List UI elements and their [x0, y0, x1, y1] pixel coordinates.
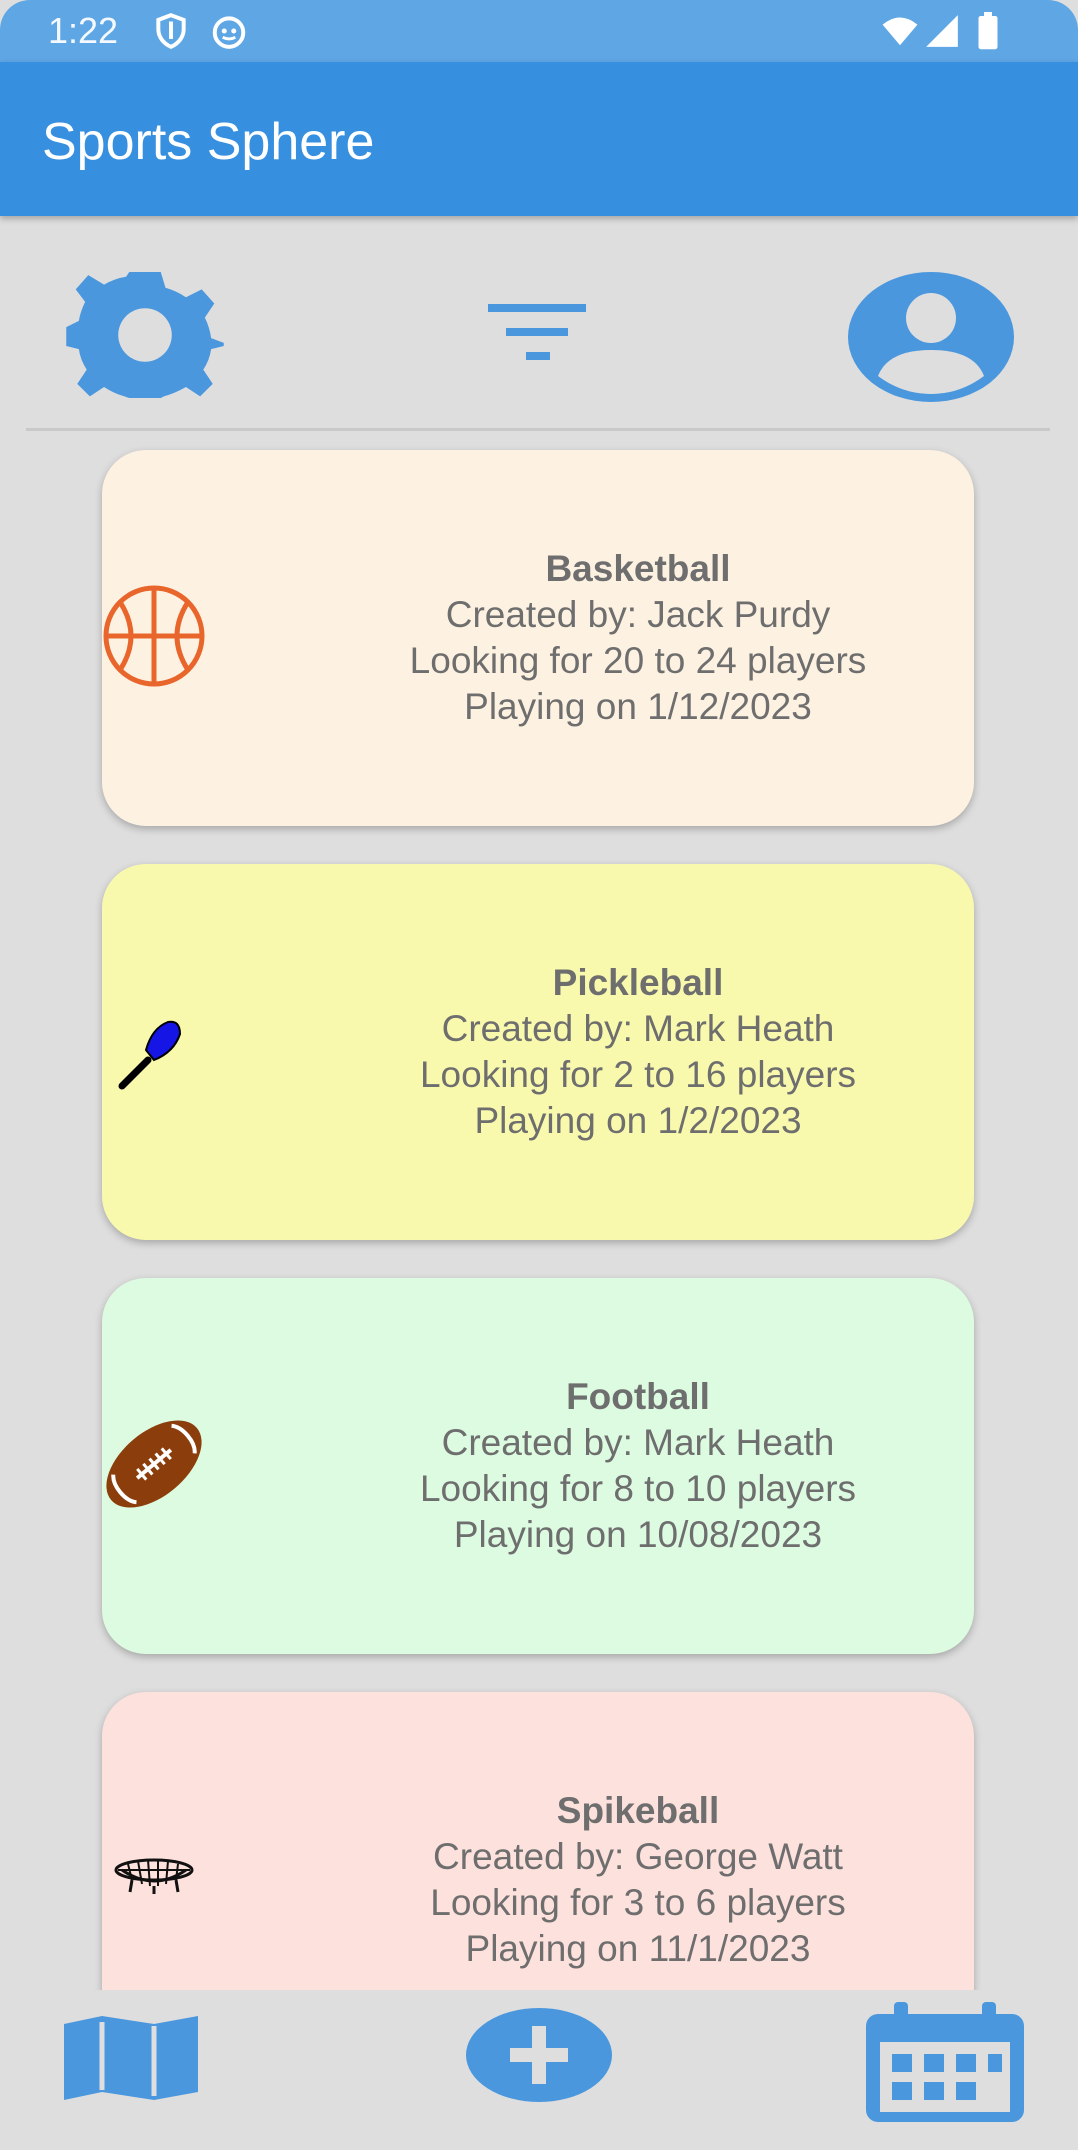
spikeball-net-icon	[114, 1858, 194, 1894]
calendar-icon[interactable]	[866, 2002, 1024, 2122]
created-by: Created by: Mark Heath	[441, 1008, 835, 1049]
players-needed: Looking for 20 to 24 players	[409, 640, 867, 681]
cat-face-icon	[212, 16, 246, 49]
toolbar	[0, 216, 1078, 430]
created-by: Created by: George Watt	[433, 1836, 843, 1877]
sport-name: Basketball	[545, 548, 731, 589]
status-bar: 1:22	[0, 0, 1078, 62]
sport-name: Football	[566, 1376, 710, 1417]
card-details: Spikeball Created by: George Watt Lookin…	[302, 1788, 974, 1972]
battery-icon	[978, 12, 998, 50]
play-date: Playing on 10/08/2023	[453, 1514, 823, 1555]
shield-icon	[156, 13, 186, 49]
gear-icon[interactable]	[66, 272, 224, 398]
game-card-basketball[interactable]: Basketball Created by: Jack Purdy Lookin…	[102, 450, 974, 826]
map-icon[interactable]	[64, 2016, 198, 2100]
card-details: Football Created by: Mark Heath Looking …	[302, 1374, 974, 1558]
game-card-football[interactable]: Football Created by: Mark Heath Looking …	[102, 1278, 974, 1654]
toolbar-divider	[26, 428, 1050, 431]
account-icon[interactable]	[848, 272, 1014, 402]
created-by: Created by: Mark Heath	[441, 1422, 835, 1463]
app-bar: Sports Sphere	[0, 62, 1078, 216]
bottom-nav	[0, 1990, 1078, 2150]
basketball-icon	[103, 585, 205, 687]
status-time: 1:22	[48, 10, 119, 51]
filter-icon[interactable]	[488, 304, 586, 366]
players-needed: Looking for 3 to 6 players	[430, 1882, 846, 1923]
created-by: Created by: Jack Purdy	[445, 594, 831, 635]
players-needed: Looking for 8 to 10 players	[419, 1468, 857, 1509]
signal-icon	[926, 15, 958, 47]
play-date: Playing on 11/1/2023	[465, 1928, 811, 1969]
players-needed: Looking for 2 to 16 players	[419, 1054, 857, 1095]
wifi-icon	[882, 17, 918, 46]
app-title: Sports Sphere	[42, 113, 375, 171]
play-date: Playing on 1/12/2023	[464, 686, 812, 727]
game-card-pickleball[interactable]: Pickleball Created by: Mark Heath Lookin…	[102, 864, 974, 1240]
add-icon[interactable]	[466, 2008, 612, 2102]
sport-name: Spikeball	[556, 1790, 720, 1831]
sport-name: Pickleball	[552, 962, 724, 1003]
card-details: Pickleball Created by: Mark Heath Lookin…	[302, 960, 974, 1144]
card-details: Basketball Created by: Jack Purdy Lookin…	[302, 546, 974, 730]
football-icon	[106, 1420, 202, 1508]
play-date: Playing on 1/2/2023	[474, 1100, 802, 1141]
pickleball-paddle-icon	[118, 1020, 182, 1090]
